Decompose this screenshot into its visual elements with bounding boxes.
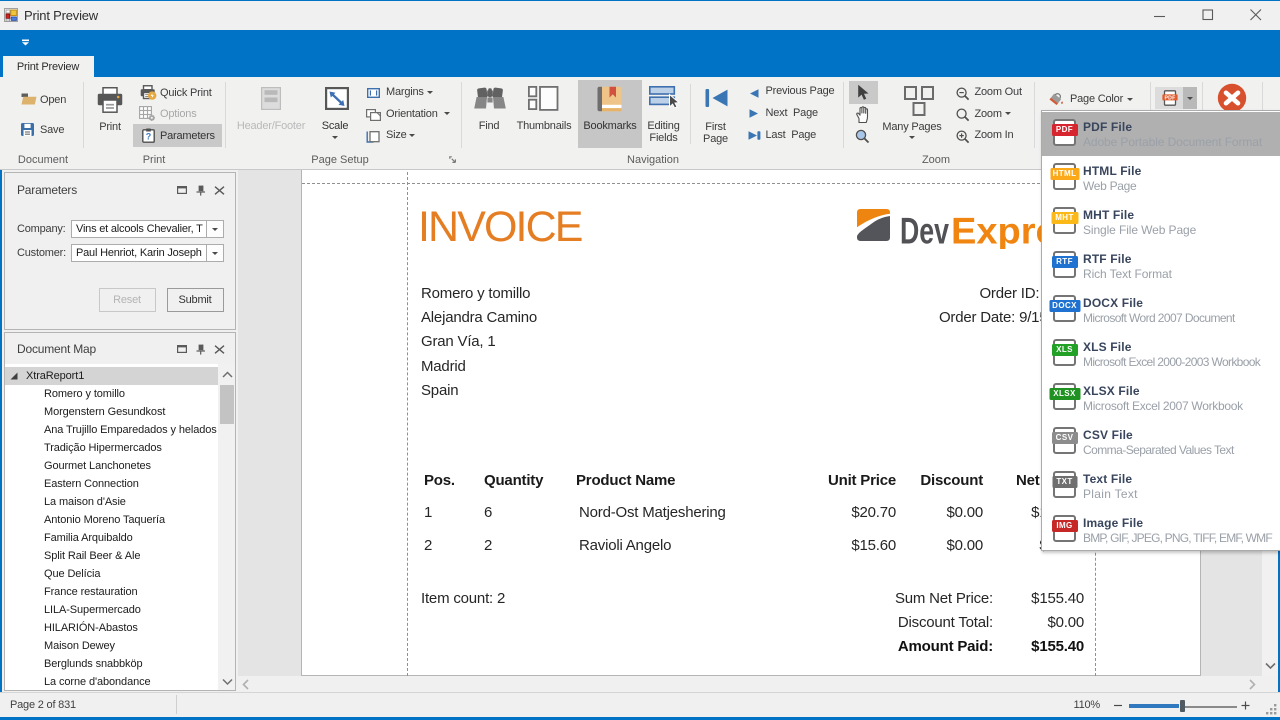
svg-text:Dev: Dev [900,211,949,250]
svg-text:PDF: PDF [1165,95,1176,101]
svg-text:?: ? [146,132,152,142]
